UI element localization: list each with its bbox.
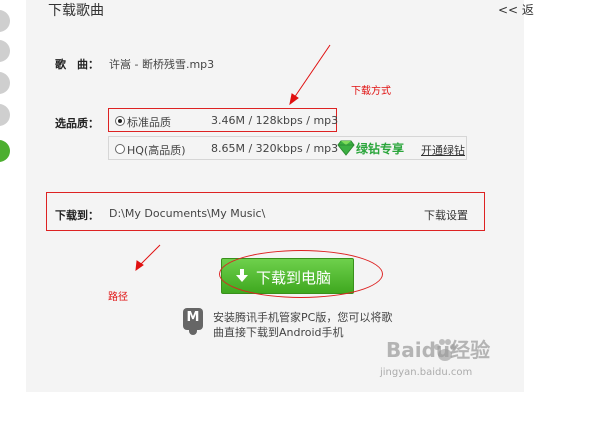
annotation-arrows (135, 44, 331, 272)
watermark-brand: Baidu经验 (386, 338, 491, 362)
annotation-path: 路径 (108, 292, 128, 303)
annotation-download-method: 下载方式 (351, 86, 391, 97)
baidu-watermark: Baidu经验 jingyan.baidu.com (370, 334, 500, 382)
watermark-sub: jingyan.baidu.com (380, 367, 473, 378)
